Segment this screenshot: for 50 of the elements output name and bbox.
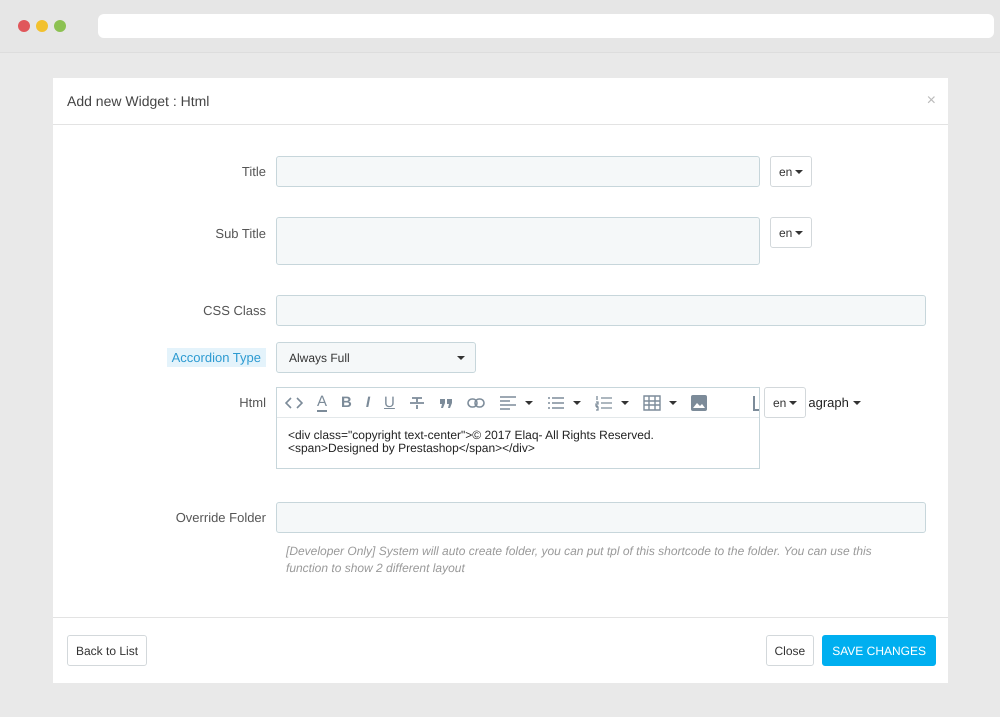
quote-icon xyxy=(438,396,453,408)
caret-icon xyxy=(572,400,581,404)
bullet-list-icon xyxy=(546,396,565,410)
table-button[interactable] xyxy=(642,394,677,410)
field-label: Html xyxy=(238,394,267,410)
link-button[interactable] xyxy=(466,396,485,408)
field-label: CSS Class xyxy=(202,303,267,318)
numbered-list-icon xyxy=(594,394,613,410)
caret-icon xyxy=(795,230,804,234)
title-input[interactable] xyxy=(276,156,760,187)
sub-title-input[interactable] xyxy=(276,217,760,265)
back-to-list-button[interactable]: Back to List xyxy=(67,635,148,666)
align-left-icon xyxy=(498,394,517,410)
caret-icon xyxy=(457,356,465,360)
code-view-button[interactable] xyxy=(285,396,303,410)
quote-button[interactable] xyxy=(438,396,453,408)
table-icon xyxy=(642,394,661,410)
align-button[interactable] xyxy=(498,394,533,410)
caret-icon xyxy=(795,170,804,174)
css-class-input[interactable] xyxy=(276,295,926,326)
modal-title: Add new Widget : Html xyxy=(67,93,210,109)
accordion-type-select[interactable]: Always Full xyxy=(276,342,476,373)
field-label: Title xyxy=(240,164,267,179)
caret-icon xyxy=(620,400,629,404)
html-code-text: <div class="copyright text-center">© 2017 Elaq- All Rights Reserved. <span>Designed by Prestashop</span></div> xyxy=(287,427,655,457)
window-minimize-dot[interactable] xyxy=(36,20,48,32)
numbered-list-button[interactable] xyxy=(594,394,629,410)
field-label: Override Folder xyxy=(174,510,267,525)
window-maximize-dot[interactable] xyxy=(54,20,66,32)
caret-icon xyxy=(668,400,677,404)
close-button[interactable]: Close xyxy=(766,635,814,666)
strikethrough-button[interactable] xyxy=(408,394,425,410)
field-label: Sub Title xyxy=(214,225,267,241)
image-button[interactable] xyxy=(690,394,707,410)
help-text: [Developer Only] System will auto create folder, you can put tpl of this shortcode to the folder. You can use this function to show 2 different layout xyxy=(286,543,873,577)
image-icon xyxy=(690,394,707,410)
link-icon xyxy=(466,396,485,408)
override-folder-input[interactable] xyxy=(276,502,926,533)
field-label: Accordion Type xyxy=(166,348,266,367)
bullet-list-button[interactable] xyxy=(546,396,581,410)
language-dropdown[interactable]: en xyxy=(770,156,812,187)
language-dropdown[interactable]: en xyxy=(770,217,812,248)
language-dropdown[interactable]: en xyxy=(764,387,806,418)
paragraph-style-dropdown[interactable]: agraph xyxy=(808,395,861,410)
caret-icon xyxy=(789,400,798,404)
window-close-dot[interactable] xyxy=(18,20,30,32)
strikethrough-icon xyxy=(408,394,425,410)
caret-icon xyxy=(524,400,533,404)
html-editor[interactable]: A B I U <div class="copyright text-center">© 2017 Elaq- All Rights Reserved. <span>Designed by Prestashop</span></div> xyxy=(276,387,760,469)
code-icon xyxy=(285,396,303,410)
